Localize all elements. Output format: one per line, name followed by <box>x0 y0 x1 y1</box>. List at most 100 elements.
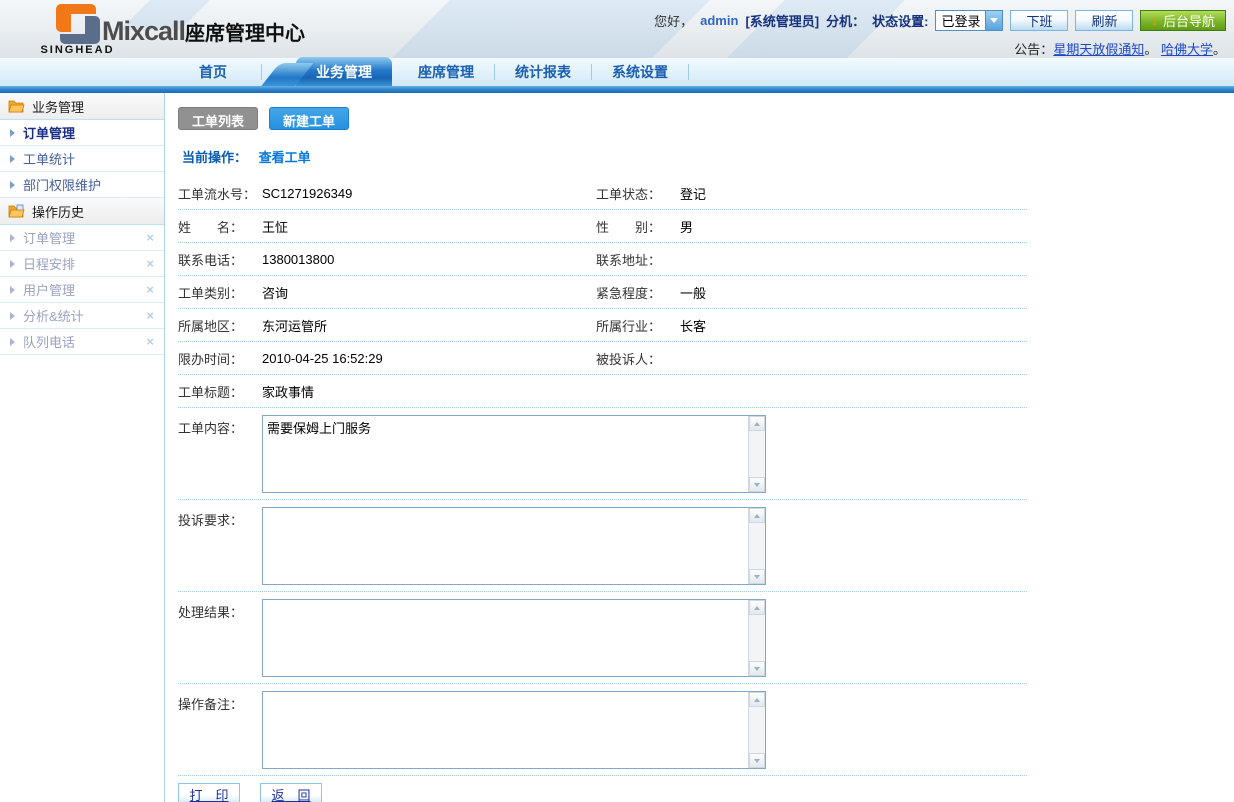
tab-statistics-report[interactable]: 统计报表 <box>495 58 591 86</box>
ticket-list-button[interactable]: 工单列表 <box>178 107 258 130</box>
field-label: 处理结果： <box>178 599 262 677</box>
field-label: 限办时间： <box>178 349 262 368</box>
field-label: 联系电话： <box>178 250 262 269</box>
chevron-down-icon[interactable] <box>985 11 1002 30</box>
off-duty-button[interactable]: 下班 <box>1010 10 1068 31</box>
close-icon[interactable]: × <box>146 282 154 297</box>
history-item-user-management[interactable]: 用户管理 × <box>0 277 164 303</box>
ticket-content-textarea[interactable]: 需要保姆上门服务 <box>263 416 748 492</box>
contact-phone-value: 1380013800 <box>262 252 334 267</box>
sidebar-section-title: 操作历史 <box>32 202 84 221</box>
scrollbar[interactable] <box>748 600 765 676</box>
tab-home[interactable]: 首页 <box>165 58 261 86</box>
scrollbar[interactable] <box>748 416 765 492</box>
history-item-queue-phone[interactable]: 队列电话 × <box>0 329 164 355</box>
scroll-up-icon[interactable] <box>749 416 765 431</box>
urgency-value: 一般 <box>680 283 706 302</box>
new-ticket-button[interactable]: 新建工单 <box>269 107 349 130</box>
triangle-bullet-icon <box>10 129 15 137</box>
form-row-region-industry: 所属地区： 东河运管所 所属行业： 长客 <box>178 309 1027 342</box>
scroll-down-icon[interactable] <box>749 569 765 584</box>
field-label: 投诉要求： <box>178 507 262 585</box>
sidebar-section-history: 操作历史 <box>0 198 164 225</box>
down-arrow-icon: ↓ <box>1151 13 1158 28</box>
print-button[interactable]: 打 印 <box>178 783 240 802</box>
close-icon[interactable]: × <box>146 230 154 245</box>
form-row-name-gender: 姓 名： 王怔 性 别： 男 <box>178 210 1027 243</box>
folder-open-icon <box>8 99 25 113</box>
scroll-down-icon[interactable] <box>749 477 765 492</box>
scroll-down-icon[interactable] <box>749 661 765 676</box>
triangle-bullet-icon <box>10 181 15 189</box>
tab-separator <box>261 64 262 80</box>
history-item-analysis-statistics[interactable]: 分析&统计 × <box>0 303 164 329</box>
field-label: 联系地址： <box>596 250 680 269</box>
close-icon[interactable]: × <box>146 256 154 271</box>
history-item-label: 分析&统计 <box>23 306 84 325</box>
status-select[interactable]: 已登录 <box>935 10 1003 31</box>
scroll-up-icon[interactable] <box>749 600 765 615</box>
form-row-handle-result: 处理结果： <box>178 592 1027 684</box>
announcement-label: 公告： <box>1014 42 1053 57</box>
scrollbar[interactable] <box>748 508 765 584</box>
triangle-bullet-icon <box>10 286 15 294</box>
ticket-status-value: 登记 <box>680 184 706 203</box>
triangle-bullet-icon <box>10 155 15 163</box>
scroll-up-icon[interactable] <box>749 692 765 707</box>
operation-note-box <box>262 691 766 769</box>
operation-note-textarea[interactable] <box>263 692 748 768</box>
deadline-value: 2010-04-25 16:52:29 <box>262 351 383 366</box>
current-operation: 当前操作： 查看工单 <box>182 147 1234 166</box>
main-content: 工单列表 新建工单 当前操作： 查看工单 工单流水号： SC1271926349… <box>165 93 1234 802</box>
main-nav: 首页 业务管理 座席管理 统计报表 系统设置 <box>0 58 1234 93</box>
ticket-content-box: 需要保姆上门服务 <box>262 415 766 493</box>
topbar: 您好， admin [系统管理员] 分机： 状态设置: 已登录 下班 刷新 ↓ … <box>654 8 1226 58</box>
field-label: 被投诉人： <box>596 349 680 368</box>
ticket-title-value: 家政事情 <box>262 382 314 401</box>
form-row-category-urgency: 工单类别： 咨询 紧急程度： 一般 <box>178 276 1027 309</box>
tab-system-settings[interactable]: 系统设置 <box>592 58 688 86</box>
folder-history-icon <box>8 204 25 218</box>
scroll-up-icon[interactable] <box>749 508 765 523</box>
scrollbar[interactable] <box>748 692 765 768</box>
back-button[interactable]: 返 回 <box>260 783 322 802</box>
sidebar-section-business: 业务管理 <box>0 93 164 120</box>
tab-agent-management[interactable]: 座席管理 <box>398 58 494 86</box>
announcement-bar: 公告：星期天放假通知。 哈佛大学。 <box>654 39 1226 58</box>
handle-result-box <box>262 599 766 677</box>
nav-bottom-bar <box>0 86 1234 93</box>
gender-value: 男 <box>680 217 693 236</box>
form-row-complaint-request: 投诉要求： <box>178 500 1027 592</box>
backend-nav-button[interactable]: ↓ 后台导航 <box>1140 10 1226 31</box>
sidebar-item-label: 工单统计 <box>23 149 75 168</box>
scroll-down-icon[interactable] <box>749 753 765 768</box>
close-icon[interactable]: × <box>146 308 154 323</box>
announcement-link-2[interactable]: 哈佛大学 <box>1161 42 1213 57</box>
handle-result-textarea[interactable] <box>263 600 748 676</box>
history-item-order-management[interactable]: 订单管理 × <box>0 225 164 251</box>
field-label: 工单标题： <box>178 382 262 401</box>
announcement-link-1[interactable]: 星期天放假通知 <box>1053 42 1144 57</box>
user-status-bar: 您好， admin [系统管理员] 分机： 状态设置: 已登录 下班 刷新 ↓ … <box>654 8 1226 32</box>
refresh-button[interactable]: 刷新 <box>1075 10 1133 31</box>
tab-business-management[interactable]: 业务管理 <box>296 57 392 87</box>
region-value: 东河运管所 <box>262 316 327 335</box>
announcement-dot: 。 <box>1213 42 1226 57</box>
sidebar-item-ticket-statistics[interactable]: 工单统计 <box>0 146 164 172</box>
complaint-request-textarea[interactable] <box>263 508 748 584</box>
field-label: 工单内容： <box>178 415 262 493</box>
close-icon[interactable]: × <box>146 334 154 349</box>
field-label: 姓 名： <box>178 217 262 236</box>
sidebar-item-order-management[interactable]: 订单管理 <box>0 120 164 146</box>
greeting-text: 您好， <box>654 11 693 30</box>
history-item-schedule[interactable]: 日程安排 × <box>0 251 164 277</box>
ticket-form: 工单流水号： SC1271926349 工单状态： 登记 姓 名： 王怔 性 别… <box>178 177 1027 802</box>
current-operation-label: 当前操作： <box>182 150 247 165</box>
field-label: 工单状态： <box>596 184 680 203</box>
sidebar-item-department-permission[interactable]: 部门权限维护 <box>0 172 164 198</box>
field-label: 所属行业： <box>596 316 680 335</box>
status-label: 状态设置: <box>872 11 928 30</box>
ticket-category-value: 咨询 <box>262 283 288 302</box>
form-row-operation-note: 操作备注： <box>178 684 1027 776</box>
sidebar-item-label: 订单管理 <box>23 123 75 142</box>
